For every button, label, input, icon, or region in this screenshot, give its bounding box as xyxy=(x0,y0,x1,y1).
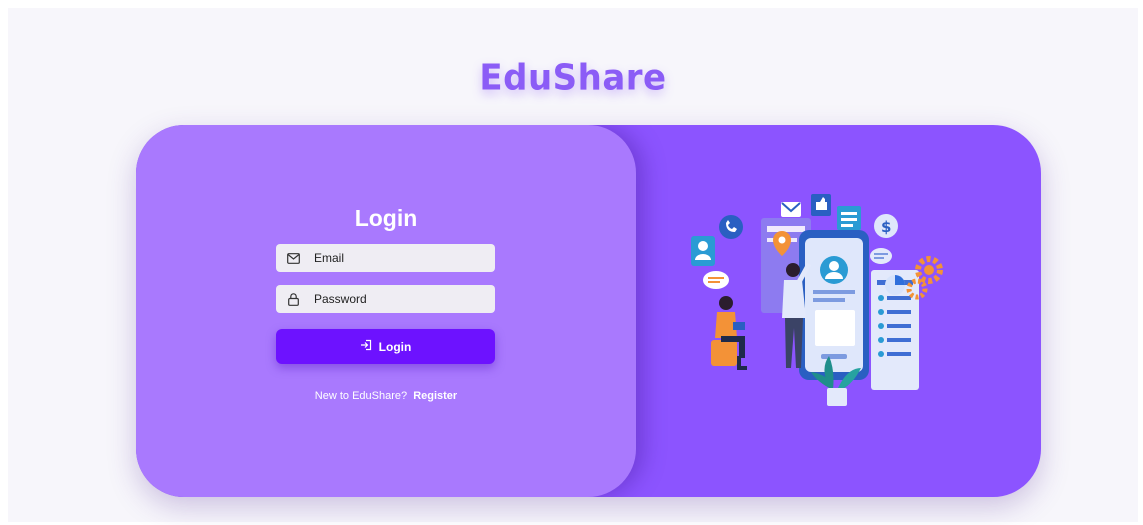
login-form-panel: Login Email Login New to EduShare? Regis… xyxy=(136,125,636,497)
login-card: Login Email Login New to EduShare? Regis… xyxy=(136,125,1041,497)
password-input[interactable] xyxy=(314,292,474,306)
email-input[interactable] xyxy=(314,251,474,265)
login-button-label: Login xyxy=(378,339,412,354)
sign-in-icon xyxy=(360,339,372,354)
form-title: Login xyxy=(354,205,418,231)
brand-logo: EduShare xyxy=(479,57,667,99)
register-link[interactable]: Register xyxy=(413,390,457,402)
password-field[interactable] xyxy=(276,285,495,313)
page-background: EduShare Login Email Login New to EduSha… xyxy=(8,8,1138,522)
login-button[interactable]: Login xyxy=(276,329,495,364)
social-media-illustration: $ xyxy=(691,194,943,406)
lock-icon xyxy=(286,292,300,306)
email-field[interactable] xyxy=(276,244,495,272)
svg-text:$: $ xyxy=(881,218,891,236)
envelope-icon xyxy=(286,251,300,265)
register-prompt: New to EduShare? xyxy=(314,390,408,402)
register-prompt-line: New to EduShare? Register xyxy=(136,390,636,402)
